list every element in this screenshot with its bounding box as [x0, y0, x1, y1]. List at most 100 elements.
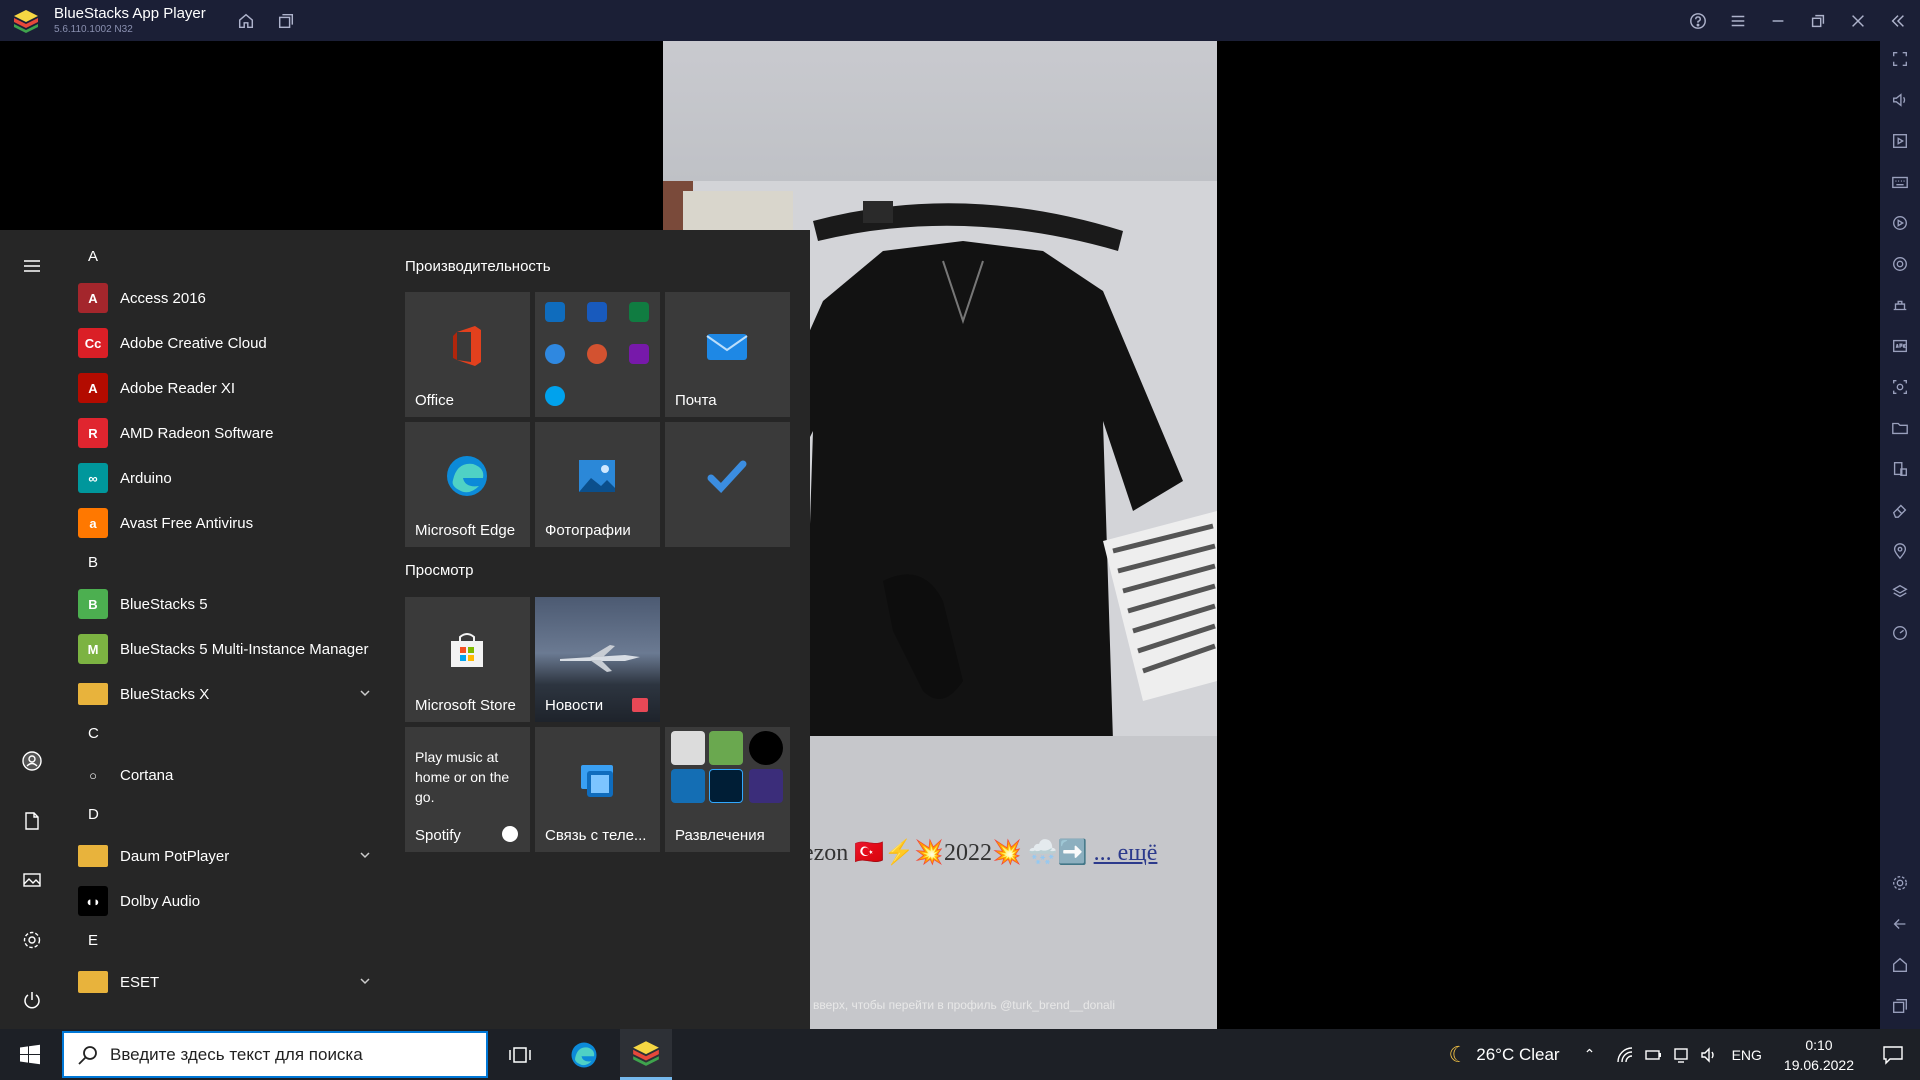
home-icon[interactable]	[233, 8, 259, 34]
app-list-item[interactable]: M BlueStacks 5 Multi-Instance Manager	[78, 629, 378, 669]
app-folder-item[interactable]: Daum PotPlayer	[78, 836, 378, 876]
app-label: BlueStacks 5	[120, 595, 208, 613]
menu-icon[interactable]	[1725, 8, 1751, 34]
section-letter[interactable]: A	[88, 248, 98, 265]
back-icon[interactable]	[1888, 912, 1912, 936]
app-folder-item[interactable]: ESET	[78, 962, 378, 1002]
app-list-item[interactable]: ○ Cortana	[78, 755, 378, 795]
restore-icon[interactable]	[1805, 8, 1831, 34]
tile-office[interactable]: Office	[405, 292, 530, 417]
app-list-item[interactable]: A Access 2016	[78, 278, 378, 318]
app-list-item[interactable]: A Adobe Reader XI	[78, 368, 378, 408]
documents-icon[interactable]	[19, 808, 45, 834]
chevron-down-icon[interactable]	[358, 974, 372, 988]
settings-icon[interactable]	[1888, 871, 1912, 895]
chevron-down-icon[interactable]	[358, 686, 372, 700]
app-list-item[interactable]: a Avast Free Antivirus	[78, 503, 378, 543]
language-indicator[interactable]: ENG	[1732, 1047, 1762, 1063]
tile-mail-label: Почта	[675, 392, 717, 409]
bluestacks-titlebar: BlueStacks App Player 5.6.110.1002 N32	[0, 0, 1920, 41]
volume-icon[interactable]	[1888, 88, 1912, 112]
tile-news[interactable]: Новости	[535, 597, 660, 722]
folder-icon[interactable]	[1888, 416, 1912, 440]
tile-entertainment-folder[interactable]: Развлечения	[665, 727, 790, 852]
eco-mode-icon[interactable]	[1888, 621, 1912, 645]
minimize-icon[interactable]	[1765, 8, 1791, 34]
folder-icon	[78, 845, 108, 867]
section-letter[interactable]: C	[88, 725, 99, 742]
clock-time: 0:10	[1805, 1036, 1833, 1053]
rotate-icon[interactable]	[1888, 252, 1912, 276]
tile-entertainment-label: Развлечения	[675, 827, 765, 844]
tiktok-icon	[749, 731, 783, 765]
recent-apps-icon[interactable]	[1888, 994, 1912, 1018]
webcam-icon[interactable]	[1672, 1046, 1690, 1064]
app-folder-item[interactable]: BlueStacks X	[78, 674, 378, 714]
speaker-icon[interactable]	[1700, 1046, 1718, 1064]
app-label: Arduino	[120, 469, 172, 487]
app-list-item[interactable]: Cc Adobe Creative Cloud	[78, 323, 378, 363]
tile-photos[interactable]: Фотографии	[535, 422, 660, 547]
bluestacks-mim-icon: M	[78, 634, 108, 664]
eraser-icon[interactable]	[1888, 498, 1912, 522]
chevron-down-icon[interactable]	[358, 848, 372, 862]
search-input[interactable]: Введите здесь текст для поиска	[62, 1031, 488, 1078]
taskbar-edge-icon[interactable]	[558, 1029, 610, 1080]
app-list-item[interactable]: R AMD Radeon Software	[78, 413, 378, 453]
keyboard-icon[interactable]	[1888, 170, 1912, 194]
hamburger-menu-icon[interactable]	[19, 253, 45, 279]
tile-your-phone[interactable]: Связь с теле...	[535, 727, 660, 852]
clock[interactable]: 0:10 19.06.2022	[1784, 1037, 1854, 1073]
battery-icon[interactable]	[1644, 1046, 1662, 1064]
user-account-icon[interactable]	[19, 748, 45, 774]
tile-news-label: Новости	[545, 697, 604, 714]
task-view-icon[interactable]	[494, 1029, 546, 1080]
performance-icon[interactable]	[1888, 293, 1912, 317]
section-letter[interactable]: B	[88, 554, 98, 571]
section-letter[interactable]: E	[88, 932, 98, 949]
close-icon[interactable]	[1845, 8, 1871, 34]
taskbar: Введите здесь текст для поиска ☾ 26°C Cl…	[0, 1029, 1920, 1080]
app-label: Daum PotPlayer	[120, 847, 230, 865]
power-icon[interactable]	[19, 987, 45, 1013]
screenshot-icon[interactable]	[1888, 375, 1912, 399]
pictures-icon[interactable]	[19, 867, 45, 893]
tile-spotify-label: Spotify	[415, 827, 461, 844]
fullscreen-icon[interactable]	[1888, 47, 1912, 71]
section-letter[interactable]: D	[88, 806, 99, 823]
collapse-sidebar-icon[interactable]	[1885, 8, 1911, 34]
app-list-item[interactable]: ◖◗ Dolby Audio	[78, 881, 378, 921]
start-button[interactable]	[0, 1029, 60, 1080]
tile-spotify[interactable]: Play music at home or on the go. Spotify	[405, 727, 530, 852]
apk-install-icon[interactable]	[1888, 334, 1912, 358]
tile-mail[interactable]: Почта	[665, 292, 790, 417]
tile-office-apps-folder[interactable]	[535, 292, 660, 417]
multi-instance-icon[interactable]	[273, 8, 299, 34]
notification-center-icon[interactable]	[1882, 1045, 1904, 1065]
settings-gear-icon[interactable]	[19, 927, 45, 953]
app-list[interactable]: A A Access 2016 Cc Adobe Creative Cloud A Adob…	[62, 230, 384, 1029]
location-icon[interactable]	[1888, 539, 1912, 563]
media-manager-icon[interactable]	[1888, 129, 1912, 153]
chevron-up-icon[interactable]: ⌃	[1584, 1046, 1602, 1064]
weather-text[interactable]: 26°C Clear	[1476, 1045, 1559, 1065]
taskbar-bluestacks-icon[interactable]	[620, 1029, 672, 1080]
help-icon[interactable]	[1685, 8, 1711, 34]
tile-todo[interactable]	[665, 422, 790, 547]
macro-icon[interactable]	[1888, 211, 1912, 235]
tile-photos-label: Фотографии	[545, 522, 631, 539]
adobe-reader-icon: A	[78, 373, 108, 403]
caption-more-link[interactable]: ... ещё	[1094, 840, 1158, 866]
app-list-item[interactable]: ∞ Arduino	[78, 458, 378, 498]
app-list-item[interactable]: B BlueStacks 5	[78, 584, 378, 624]
clock-date: 19.06.2022	[1783, 1056, 1854, 1073]
android-home-icon[interactable]	[1888, 953, 1912, 977]
layers-icon[interactable]	[1888, 580, 1912, 604]
tile-store[interactable]: Microsoft Store	[405, 597, 530, 722]
folder-icon	[78, 683, 108, 705]
tile-edge[interactable]: Microsoft Edge	[405, 422, 530, 547]
network-icon[interactable]	[1616, 1046, 1634, 1064]
multi-instance-sidebar-icon[interactable]	[1888, 457, 1912, 481]
post-caption: ezon 🇹🇷⚡💥2022💥 🌨️➡️ ... ещё	[803, 838, 1157, 867]
mail-icon	[706, 334, 748, 360]
